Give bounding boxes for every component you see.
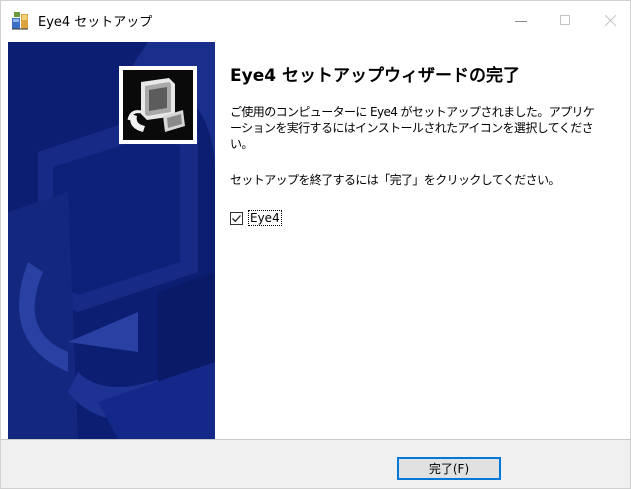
- launch-app-checkbox[interactable]: [230, 211, 243, 225]
- completion-message-line-2: ーションを実行するにはインストールされたアイコンを選択してくださ: [230, 121, 594, 135]
- title-bar[interactable]: Eye4 セットアップ: [1, 1, 630, 40]
- page-title: Eye4 セットアップウィザードの完了: [230, 66, 520, 86]
- setup-icon-frame: [119, 66, 197, 144]
- window-title: Eye4 セットアップ: [38, 15, 153, 30]
- maximize-button[interactable]: [543, 1, 589, 40]
- minimize-button[interactable]: [498, 1, 544, 40]
- completion-message-line-3: い。: [230, 137, 253, 151]
- launch-app-option[interactable]: Eye4: [230, 209, 282, 227]
- finish-button[interactable]: 完了(F): [397, 457, 501, 480]
- completion-message-line-1: ご使用のコンピューターに Eye4 がセットアップされました。アプリケ: [230, 105, 595, 119]
- setup-computer-icon: [123, 70, 193, 140]
- wizard-content: Eye4 セットアップウィザードの完了 ご使用のコンピューターに Eye4 がセ…: [230, 61, 625, 208]
- minimize-icon: [515, 21, 527, 22]
- checkmark-icon: [232, 214, 241, 222]
- maximize-icon: [560, 15, 570, 25]
- wizard-side-banner: [8, 42, 215, 439]
- finish-instruction: セットアップを終了するには「完了」をクリックしてください。: [230, 173, 560, 187]
- launch-app-label[interactable]: Eye4: [248, 210, 282, 226]
- close-button[interactable]: [588, 1, 630, 40]
- setup-wizard-window: Eye4 セットアップ Eye4 セットアップウィザードの完了 ご使用のコンピュ…: [0, 0, 631, 489]
- installer-app-icon: [11, 11, 31, 31]
- completion-message: ご使用のコンピューターに Eye4 がセットアップされました。アプリケ ーション…: [230, 104, 625, 152]
- wizard-footer: 完了(F): [1, 439, 630, 488]
